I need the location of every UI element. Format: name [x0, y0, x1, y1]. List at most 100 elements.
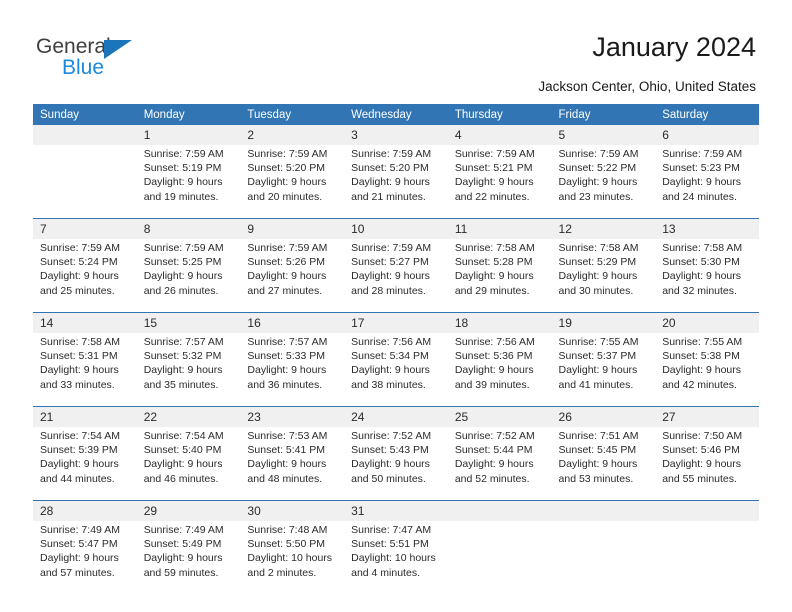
week-row-details: Sunrise: 7:49 AM Sunset: 5:47 PM Dayligh… — [33, 521, 759, 594]
day-number-cell: 1 — [136, 125, 241, 145]
sunset-text: Sunset: 5:33 PM — [247, 350, 326, 363]
day-number-cell: 12 — [551, 218, 656, 239]
day-number-cell: 27 — [655, 406, 759, 427]
sunset-text: Sunset: 5:41 PM — [247, 444, 326, 457]
day-detail-cell: Sunrise: 7:56 AM Sunset: 5:36 PM Dayligh… — [447, 333, 552, 407]
daylight-text-line2: and 27 minutes. — [247, 284, 323, 297]
day-detail-cell — [33, 145, 137, 219]
sunrise-text: Sunrise: 7:54 AM — [40, 430, 120, 442]
sunrise-text: Sunrise: 7:58 AM — [40, 336, 120, 348]
day-detail-cell: Sunrise: 7:52 AM Sunset: 5:44 PM Dayligh… — [447, 427, 552, 501]
daylight-text-line2: and 25 minutes. — [40, 284, 115, 297]
sunrise-text: Sunrise: 7:59 AM — [351, 148, 432, 160]
sunrise-text: Sunrise: 7:53 AM — [247, 430, 328, 442]
sunset-text: Sunset: 5:24 PM — [40, 256, 118, 269]
week-row-daynumbers: 7 8 9 10 11 12 13 — [33, 218, 759, 239]
day-detail-cell: Sunrise: 7:49 AM Sunset: 5:49 PM Dayligh… — [136, 521, 241, 594]
daylight-text-line1: Daylight: 9 hours — [247, 364, 327, 377]
sunrise-text: Sunrise: 7:51 AM — [558, 430, 639, 442]
daylight-text-line2: and 46 minutes. — [143, 472, 219, 485]
day-detail-cell: Sunrise: 7:51 AM Sunset: 5:45 PM Dayligh… — [551, 427, 656, 501]
daylight-text-line1: Daylight: 9 hours — [143, 364, 223, 377]
day-detail-cell: Sunrise: 7:55 AM Sunset: 5:38 PM Dayligh… — [655, 333, 759, 407]
day-detail-cell: Sunrise: 7:59 AM Sunset: 5:27 PM Dayligh… — [344, 239, 448, 313]
day-number-cell — [551, 500, 656, 521]
sunrise-text: Sunrise: 7:59 AM — [662, 148, 743, 160]
daylight-text-line1: Daylight: 9 hours — [454, 364, 534, 377]
sunset-text: Sunset: 5:37 PM — [558, 350, 637, 363]
sunset-text: Sunset: 5:51 PM — [351, 538, 429, 551]
day-number-cell: 10 — [344, 218, 448, 239]
sunset-text: Sunset: 5:20 PM — [351, 162, 429, 175]
daylight-text-line1: Daylight: 9 hours — [662, 270, 742, 283]
sunset-text: Sunset: 5:32 PM — [143, 350, 222, 363]
daylight-text-line2: and 57 minutes. — [40, 566, 115, 579]
sunset-text: Sunset: 5:31 PM — [40, 350, 118, 363]
day-number-cell: 5 — [551, 125, 656, 145]
sunset-text: Sunset: 5:21 PM — [454, 162, 533, 175]
daylight-text-line1: Daylight: 9 hours — [40, 458, 119, 471]
day-detail-cell: Sunrise: 7:47 AM Sunset: 5:51 PM Dayligh… — [344, 521, 448, 594]
daylight-text-line1: Daylight: 10 hours — [247, 552, 333, 565]
daylight-text-line2: and 19 minutes. — [143, 190, 219, 203]
daylight-text-line2: and 48 minutes. — [247, 472, 323, 485]
week-row-daynumbers: 1 2 3 4 5 6 — [33, 125, 759, 145]
sunset-text: Sunset: 5:22 PM — [558, 162, 637, 175]
sunrise-text: Sunrise: 7:59 AM — [558, 148, 639, 160]
daylight-text-line1: Daylight: 9 hours — [40, 270, 119, 283]
day-detail-cell — [447, 521, 552, 594]
sunrise-text: Sunrise: 7:59 AM — [351, 242, 432, 254]
daylight-text-line2: and 29 minutes. — [454, 284, 530, 297]
sunrise-text: Sunrise: 7:59 AM — [143, 148, 224, 160]
daylight-text-line2: and 52 minutes. — [454, 472, 530, 485]
sunset-text: Sunset: 5:39 PM — [40, 444, 118, 457]
daylight-text-line1: Daylight: 10 hours — [351, 552, 436, 565]
week-row-daynumbers: 28 29 30 31 — [33, 500, 759, 521]
day-number-cell: 25 — [447, 406, 552, 427]
daylight-text-line2: and 55 minutes. — [662, 472, 737, 485]
sunrise-text: Sunrise: 7:59 AM — [247, 242, 328, 254]
daylight-text-line1: Daylight: 9 hours — [662, 176, 742, 189]
logo-triangle-icon — [104, 40, 132, 59]
sunset-text: Sunset: 5:30 PM — [662, 256, 740, 269]
sunrise-text: Sunrise: 7:55 AM — [558, 336, 639, 348]
sunrise-text: Sunrise: 7:58 AM — [662, 242, 743, 254]
day-number-cell: 6 — [655, 125, 759, 145]
day-detail-cell: Sunrise: 7:49 AM Sunset: 5:47 PM Dayligh… — [33, 521, 137, 594]
sunset-text: Sunset: 5:45 PM — [558, 444, 637, 457]
daylight-text-line2: and 44 minutes. — [40, 472, 115, 485]
day-detail-cell: Sunrise: 7:55 AM Sunset: 5:37 PM Dayligh… — [551, 333, 656, 407]
logo-text-general: General — [36, 35, 111, 58]
daylight-text-line2: and 59 minutes. — [143, 566, 219, 579]
daylight-text-line1: Daylight: 9 hours — [40, 552, 119, 565]
day-detail-cell: Sunrise: 7:58 AM Sunset: 5:29 PM Dayligh… — [551, 239, 656, 313]
day-number-cell: 19 — [551, 312, 656, 333]
daylight-text-line2: and 35 minutes. — [143, 378, 219, 391]
day-detail-cell: Sunrise: 7:59 AM Sunset: 5:20 PM Dayligh… — [344, 145, 448, 219]
day-number-cell: 13 — [655, 218, 759, 239]
day-detail-cell: Sunrise: 7:59 AM Sunset: 5:22 PM Dayligh… — [551, 145, 656, 219]
sunset-text: Sunset: 5:36 PM — [454, 350, 533, 363]
day-number-cell — [655, 500, 759, 521]
day-detail-cell — [655, 521, 759, 594]
daylight-text-line1: Daylight: 9 hours — [662, 364, 742, 377]
day-detail-cell: Sunrise: 7:57 AM Sunset: 5:32 PM Dayligh… — [136, 333, 241, 407]
week-row-daynumbers: 21 22 23 24 25 26 27 — [33, 406, 759, 427]
sunset-text: Sunset: 5:40 PM — [143, 444, 222, 457]
sunrise-text: Sunrise: 7:57 AM — [143, 336, 224, 348]
daylight-text-line1: Daylight: 9 hours — [247, 270, 327, 283]
day-detail-cell: Sunrise: 7:54 AM Sunset: 5:40 PM Dayligh… — [136, 427, 241, 501]
weekday-header-sunday: Sunday — [33, 104, 137, 125]
daylight-text-line2: and 50 minutes. — [351, 472, 426, 485]
sunrise-text: Sunrise: 7:59 AM — [247, 148, 328, 160]
daylight-text-line1: Daylight: 9 hours — [558, 458, 638, 471]
calendar-header-row: Sunday Monday Tuesday Wednesday Thursday… — [33, 104, 759, 125]
sunrise-text: Sunrise: 7:49 AM — [143, 524, 224, 536]
week-row-details: Sunrise: 7:58 AM Sunset: 5:31 PM Dayligh… — [33, 333, 759, 407]
week-row-details: Sunrise: 7:59 AM Sunset: 5:19 PM Dayligh… — [33, 145, 759, 219]
daylight-text-line2: and 26 minutes. — [143, 284, 219, 297]
day-number-cell: 26 — [551, 406, 656, 427]
daylight-text-line2: and 39 minutes. — [454, 378, 530, 391]
day-number-cell: 3 — [344, 125, 448, 145]
sunrise-text: Sunrise: 7:59 AM — [40, 242, 120, 254]
